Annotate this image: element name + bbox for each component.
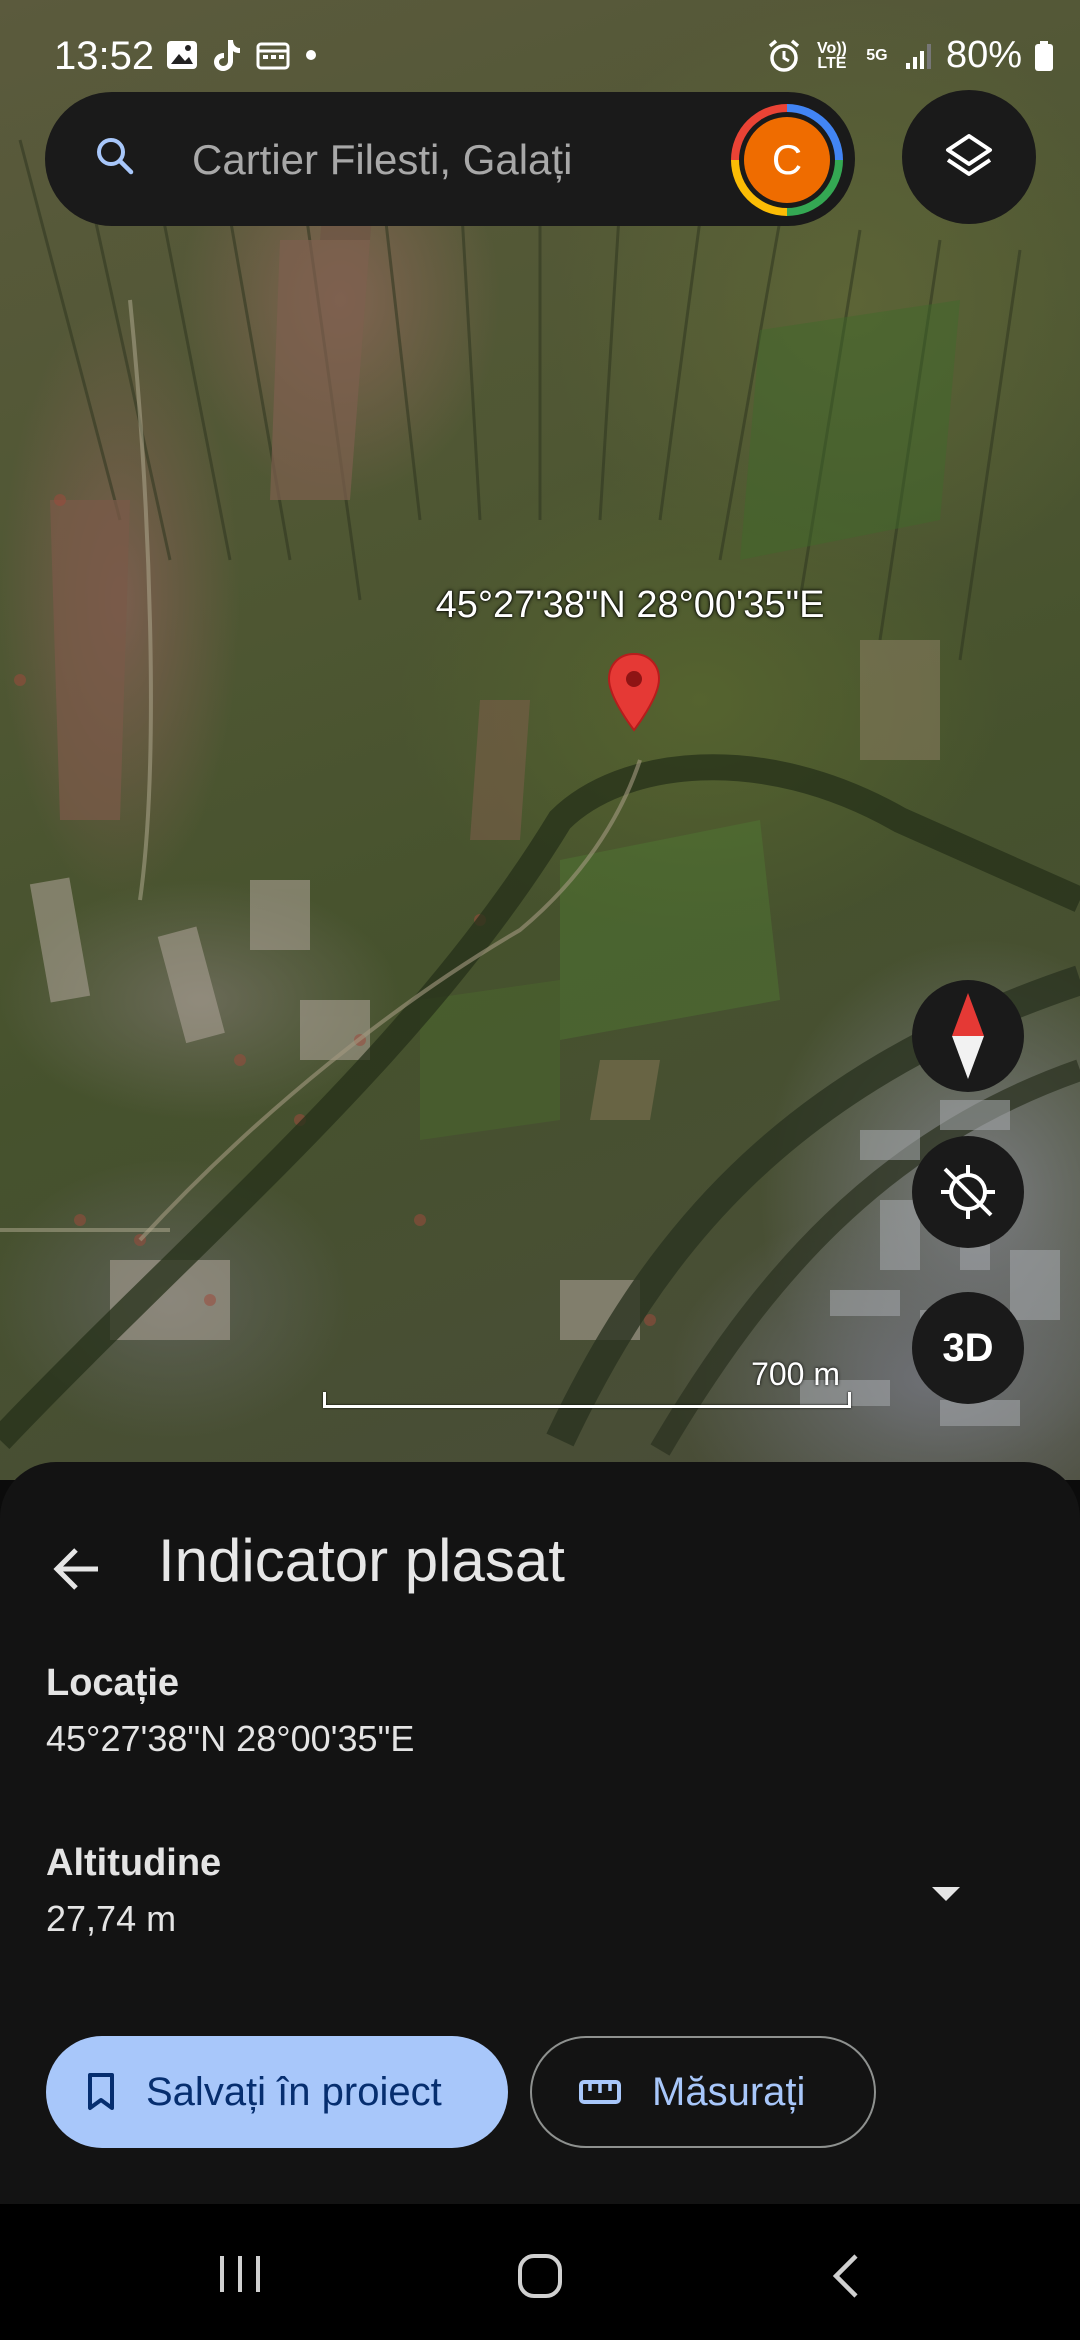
volte-indicator: Vo)) LTE bbox=[816, 39, 847, 72]
measure-button[interactable]: Măsurați bbox=[530, 2036, 876, 2148]
nav-back-icon[interactable] bbox=[826, 2252, 866, 2300]
location-disabled-icon bbox=[941, 1165, 995, 1219]
account-avatar-button[interactable]: C bbox=[731, 104, 843, 216]
scale-label: 700 m bbox=[751, 1356, 840, 1392]
sheet-title: Indicator plasat bbox=[158, 1527, 565, 1594]
back-arrow-icon[interactable] bbox=[50, 1542, 104, 1596]
location-label: Locație bbox=[46, 1662, 180, 1704]
system-navigation-bar bbox=[0, 2204, 1080, 2340]
compass-icon bbox=[952, 993, 984, 1079]
alarm-icon bbox=[768, 39, 800, 72]
status-right-icons: Vo)) LTE 5G 80% bbox=[766, 34, 1054, 77]
scale-bar bbox=[323, 1392, 851, 1408]
more-notifications-dot-icon bbox=[306, 50, 316, 60]
altitude-label: Altitudine bbox=[46, 1842, 222, 1884]
recent-apps-icon[interactable] bbox=[216, 2252, 264, 2296]
dropdown-icon[interactable] bbox=[926, 1874, 966, 1914]
calendar-icon bbox=[256, 42, 290, 70]
layers-icon bbox=[946, 134, 992, 176]
compass-button[interactable] bbox=[912, 980, 1024, 1092]
measure-button-label: Măsurați bbox=[652, 2069, 806, 2114]
location-pin-icon[interactable] bbox=[607, 652, 661, 732]
my-location-button[interactable] bbox=[912, 1136, 1024, 1248]
gallery-icon bbox=[167, 41, 197, 69]
save-to-project-button[interactable]: Salvați în proiect bbox=[46, 2036, 508, 2148]
layers-button[interactable] bbox=[902, 90, 1036, 224]
status-time: 13:52 bbox=[54, 34, 155, 78]
signal-icon bbox=[905, 43, 931, 69]
avatar-letter: C bbox=[744, 117, 830, 203]
search-bar[interactable]: C bbox=[45, 92, 855, 226]
battery-icon bbox=[1035, 40, 1053, 71]
battery-percent: 80% bbox=[945, 34, 1022, 76]
pin-coordinates-label: 45°27'38"N 28°00'35"E bbox=[435, 584, 825, 626]
altitude-value: 27,74 m bbox=[46, 1898, 177, 1939]
home-icon[interactable] bbox=[516, 2252, 564, 2300]
notification-icons bbox=[166, 38, 318, 72]
avatar: C bbox=[739, 112, 835, 208]
placed-marker-sheet: Indicator plasat Locație 45°27'38"N 28°0… bbox=[0, 1462, 1080, 2204]
save-button-label: Salvați în proiect bbox=[146, 2069, 442, 2114]
network-type: 5G bbox=[866, 47, 888, 64]
search-input[interactable] bbox=[190, 122, 754, 198]
search-icon[interactable] bbox=[91, 132, 141, 182]
ruler-icon bbox=[579, 2080, 621, 2104]
3d-toggle-button[interactable]: 3D bbox=[912, 1292, 1024, 1404]
bookmark-icon bbox=[88, 2073, 114, 2110]
tiktok-icon bbox=[214, 40, 240, 71]
location-value: 45°27'38"N 28°00'35"E bbox=[46, 1718, 415, 1759]
